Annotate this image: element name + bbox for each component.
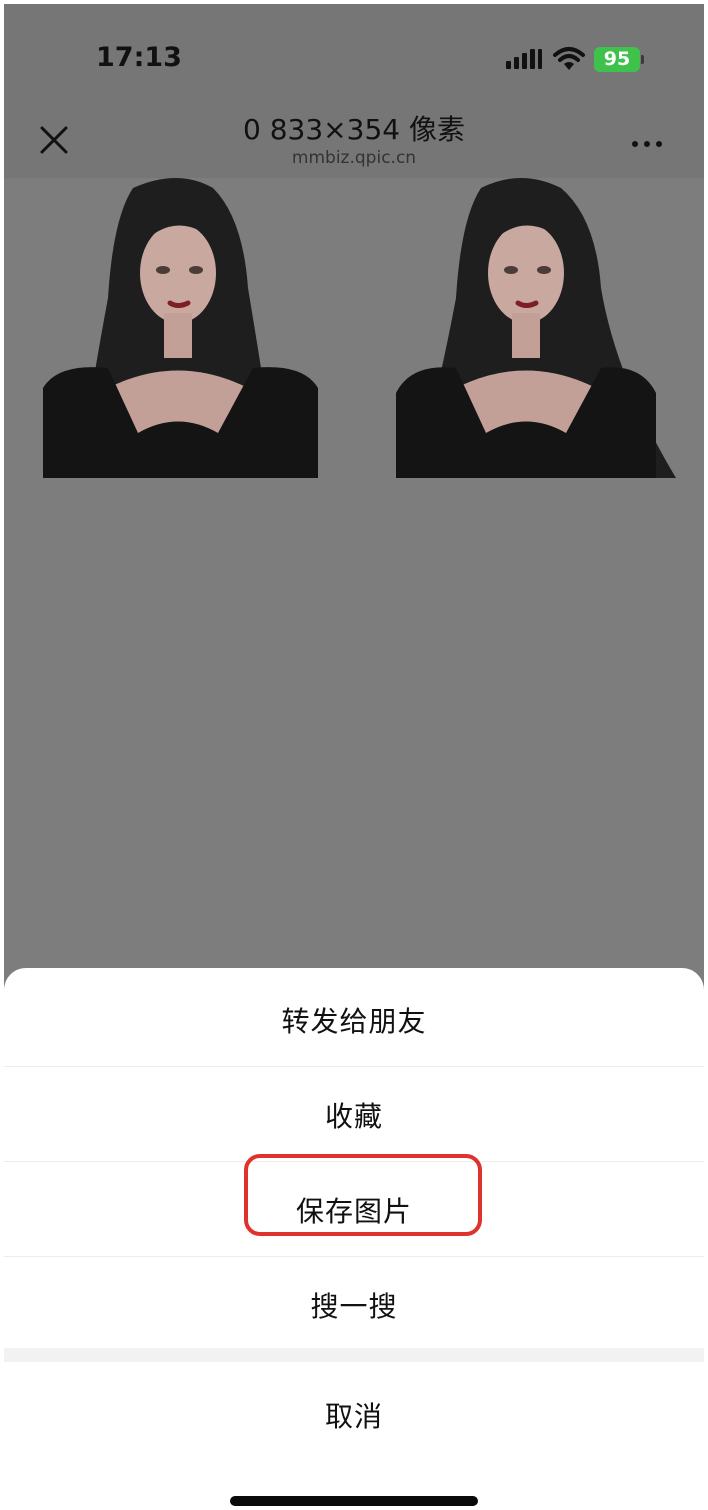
home-indicator[interactable]: [230, 1496, 478, 1506]
share-to-friend-label: 转发给朋友: [281, 1004, 427, 1038]
search-label: 搜一搜: [310, 1289, 398, 1323]
favorite-label: 收藏: [324, 1099, 383, 1133]
status-time: 17:13: [96, 42, 182, 73]
highlight-box: [244, 1154, 482, 1236]
cellular-signal-icon: [506, 49, 542, 69]
phone-screen: 17:13 95 0 833×354 像素 mmbiz.qpic.cn 转发给朋…: [4, 4, 704, 1510]
header-title-block: 0 833×354 像素 mmbiz.qpic.cn: [154, 112, 554, 168]
more-dot: [644, 141, 650, 147]
action-sheet: 转发给朋友 收藏 保存图片 搜一搜 取消: [4, 968, 704, 1510]
top-bar: 17:13 95 0 833×354 像素 mmbiz.qpic.cn: [4, 4, 704, 178]
search-button[interactable]: 搜一搜: [4, 1257, 704, 1352]
more-dot: [656, 141, 662, 147]
close-icon[interactable]: [36, 122, 72, 158]
page-title: 0 833×354 像素: [243, 113, 465, 146]
preview-image-left[interactable]: [38, 178, 318, 478]
page-subtitle: mmbiz.qpic.cn: [291, 148, 417, 168]
more-dot: [632, 141, 638, 147]
battery-nub: [641, 55, 644, 64]
sheet-separator: [4, 1348, 704, 1362]
battery-indicator: 95: [594, 47, 640, 72]
wifi-icon: [553, 47, 585, 70]
cancel-button[interactable]: 取消: [4, 1367, 704, 1462]
status-bar: 17:13 95: [4, 4, 704, 104]
battery-level: 95: [603, 48, 631, 70]
share-to-friend-button[interactable]: 转发给朋友: [4, 972, 704, 1067]
preview-image-right[interactable]: [396, 178, 676, 478]
more-icon[interactable]: [632, 132, 676, 147]
favorite-button[interactable]: 收藏: [4, 1067, 704, 1162]
cancel-label: 取消: [324, 1399, 383, 1433]
